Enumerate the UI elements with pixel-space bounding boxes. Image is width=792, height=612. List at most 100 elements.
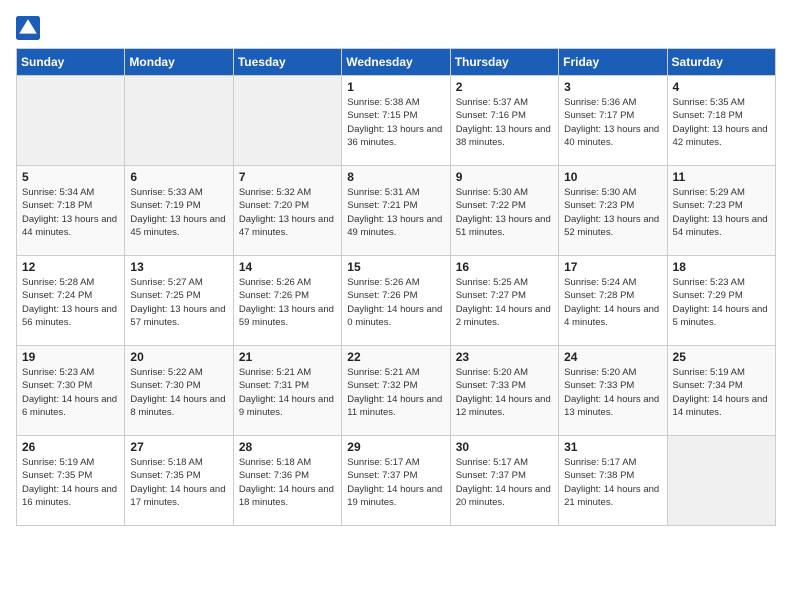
calendar-cell: 26 Sunrise: 5:19 AM Sunset: 7:35 PM Dayli… xyxy=(17,436,125,526)
calendar-cell: 11 Sunrise: 5:29 AM Sunset: 7:23 PM Dayli… xyxy=(667,166,775,256)
day-info: Sunrise: 5:24 AM Sunset: 7:28 PM Dayligh… xyxy=(564,276,661,329)
header-sunday: Sunday xyxy=(17,49,125,76)
calendar-cell: 29 Sunrise: 5:17 AM Sunset: 7:37 PM Dayli… xyxy=(342,436,450,526)
day-info: Sunrise: 5:27 AM Sunset: 7:25 PM Dayligh… xyxy=(130,276,227,329)
calendar-cell: 18 Sunrise: 5:23 AM Sunset: 7:29 PM Dayli… xyxy=(667,256,775,346)
day-number: 17 xyxy=(564,260,661,274)
day-info: Sunrise: 5:38 AM Sunset: 7:15 PM Dayligh… xyxy=(347,96,444,149)
calendar-cell: 19 Sunrise: 5:23 AM Sunset: 7:30 PM Dayli… xyxy=(17,346,125,436)
day-number: 20 xyxy=(130,350,227,364)
calendar-cell: 12 Sunrise: 5:28 AM Sunset: 7:24 PM Dayli… xyxy=(17,256,125,346)
day-info: Sunrise: 5:25 AM Sunset: 7:27 PM Dayligh… xyxy=(456,276,553,329)
day-number: 8 xyxy=(347,170,444,184)
day-number: 4 xyxy=(673,80,770,94)
calendar-header xyxy=(16,16,776,40)
day-info: Sunrise: 5:17 AM Sunset: 7:37 PM Dayligh… xyxy=(347,456,444,509)
day-number: 29 xyxy=(347,440,444,454)
day-info: Sunrise: 5:17 AM Sunset: 7:37 PM Dayligh… xyxy=(456,456,553,509)
calendar-cell: 20 Sunrise: 5:22 AM Sunset: 7:30 PM Dayli… xyxy=(125,346,233,436)
day-info: Sunrise: 5:28 AM Sunset: 7:24 PM Dayligh… xyxy=(22,276,119,329)
calendar-cell: 4Sunrise: 5:35 AM Sunset: 7:18 PM Daylig… xyxy=(667,76,775,166)
calendar-cell: 21Sunrise: 5:21 AM Sunset: 7:31 PM Dayli… xyxy=(233,346,341,436)
day-info: Sunrise: 5:20 AM Sunset: 7:33 PM Dayligh… xyxy=(564,366,661,419)
day-info: Sunrise: 5:32 AM Sunset: 7:20 PM Dayligh… xyxy=(239,186,336,239)
calendar-week-row: 12 Sunrise: 5:28 AM Sunset: 7:24 PM Dayli… xyxy=(17,256,776,346)
calendar-cell: 30 Sunrise: 5:17 AM Sunset: 7:37 PM Dayli… xyxy=(450,436,558,526)
calendar-cell: 1 Sunrise: 5:38 AM Sunset: 7:15 PM Daylig… xyxy=(342,76,450,166)
calendar-cell: 15 Sunrise: 5:26 AM Sunset: 7:26 PM Dayli… xyxy=(342,256,450,346)
day-info: Sunrise: 5:23 AM Sunset: 7:29 PM Dayligh… xyxy=(673,276,770,329)
calendar-cell: 16 Sunrise: 5:25 AM Sunset: 7:27 PM Dayli… xyxy=(450,256,558,346)
calendar-cell xyxy=(125,76,233,166)
day-info: Sunrise: 5:30 AM Sunset: 7:23 PM Dayligh… xyxy=(564,186,661,239)
day-number: 12 xyxy=(22,260,119,274)
header-wednesday: Wednesday xyxy=(342,49,450,76)
calendar-cell: 2Sunrise: 5:37 AM Sunset: 7:16 PM Daylig… xyxy=(450,76,558,166)
day-number: 26 xyxy=(22,440,119,454)
day-info: Sunrise: 5:19 AM Sunset: 7:34 PM Dayligh… xyxy=(673,366,770,419)
calendar-cell xyxy=(17,76,125,166)
day-info: Sunrise: 5:34 AM Sunset: 7:18 PM Dayligh… xyxy=(22,186,119,239)
day-number: 3 xyxy=(564,80,661,94)
calendar-cell: 22 Sunrise: 5:21 AM Sunset: 7:32 PM Dayli… xyxy=(342,346,450,436)
header-saturday: Saturday xyxy=(667,49,775,76)
days-header-row: Sunday Monday Tuesday Wednesday Thursday… xyxy=(17,49,776,76)
day-number: 22 xyxy=(347,350,444,364)
calendar-cell: 13Sunrise: 5:27 AM Sunset: 7:25 PM Dayli… xyxy=(125,256,233,346)
calendar-week-row: 5 Sunrise: 5:34 AM Sunset: 7:18 PM Daylig… xyxy=(17,166,776,256)
day-number: 28 xyxy=(239,440,336,454)
calendar-cell: 23 Sunrise: 5:20 AM Sunset: 7:33 PM Dayli… xyxy=(450,346,558,436)
day-number: 2 xyxy=(456,80,553,94)
day-number: 23 xyxy=(456,350,553,364)
day-number: 10 xyxy=(564,170,661,184)
day-number: 5 xyxy=(22,170,119,184)
calendar-cell: 5 Sunrise: 5:34 AM Sunset: 7:18 PM Daylig… xyxy=(17,166,125,256)
day-number: 24 xyxy=(564,350,661,364)
day-info: Sunrise: 5:29 AM Sunset: 7:23 PM Dayligh… xyxy=(673,186,770,239)
calendar-cell: 24 Sunrise: 5:20 AM Sunset: 7:33 PM Dayli… xyxy=(559,346,667,436)
day-info: Sunrise: 5:36 AM Sunset: 7:17 PM Dayligh… xyxy=(564,96,661,149)
day-number: 7 xyxy=(239,170,336,184)
day-number: 15 xyxy=(347,260,444,274)
day-info: Sunrise: 5:31 AM Sunset: 7:21 PM Dayligh… xyxy=(347,186,444,239)
day-info: Sunrise: 5:26 AM Sunset: 7:26 PM Dayligh… xyxy=(347,276,444,329)
day-number: 25 xyxy=(673,350,770,364)
day-number: 9 xyxy=(456,170,553,184)
day-info: Sunrise: 5:18 AM Sunset: 7:36 PM Dayligh… xyxy=(239,456,336,509)
calendar-cell: 31 Sunrise: 5:17 AM Sunset: 7:38 PM Dayli… xyxy=(559,436,667,526)
calendar-cell xyxy=(233,76,341,166)
calendar-week-row: 26 Sunrise: 5:19 AM Sunset: 7:35 PM Dayli… xyxy=(17,436,776,526)
day-number: 11 xyxy=(673,170,770,184)
day-number: 19 xyxy=(22,350,119,364)
day-info: Sunrise: 5:21 AM Sunset: 7:32 PM Dayligh… xyxy=(347,366,444,419)
calendar-cell xyxy=(667,436,775,526)
calendar-cell: 25 Sunrise: 5:19 AM Sunset: 7:34 PM Dayli… xyxy=(667,346,775,436)
day-info: Sunrise: 5:17 AM Sunset: 7:38 PM Dayligh… xyxy=(564,456,661,509)
header-thursday: Thursday xyxy=(450,49,558,76)
day-number: 1 xyxy=(347,80,444,94)
day-info: Sunrise: 5:30 AM Sunset: 7:22 PM Dayligh… xyxy=(456,186,553,239)
day-info: Sunrise: 5:19 AM Sunset: 7:35 PM Dayligh… xyxy=(22,456,119,509)
calendar-cell: 27Sunrise: 5:18 AM Sunset: 7:35 PM Dayli… xyxy=(125,436,233,526)
day-info: Sunrise: 5:21 AM Sunset: 7:31 PM Dayligh… xyxy=(239,366,336,419)
calendar-cell: 28 Sunrise: 5:18 AM Sunset: 7:36 PM Dayli… xyxy=(233,436,341,526)
calendar-week-row: 19 Sunrise: 5:23 AM Sunset: 7:30 PM Dayli… xyxy=(17,346,776,436)
day-info: Sunrise: 5:23 AM Sunset: 7:30 PM Dayligh… xyxy=(22,366,119,419)
header-friday: Friday xyxy=(559,49,667,76)
calendar-cell: 10 Sunrise: 5:30 AM Sunset: 7:23 PM Dayli… xyxy=(559,166,667,256)
day-info: Sunrise: 5:22 AM Sunset: 7:30 PM Dayligh… xyxy=(130,366,227,419)
header-tuesday: Tuesday xyxy=(233,49,341,76)
day-number: 27 xyxy=(130,440,227,454)
calendar-cell: 8 Sunrise: 5:31 AM Sunset: 7:21 PM Daylig… xyxy=(342,166,450,256)
calendar-cell: 17 Sunrise: 5:24 AM Sunset: 7:28 PM Dayli… xyxy=(559,256,667,346)
day-number: 18 xyxy=(673,260,770,274)
logo xyxy=(16,16,44,40)
calendar-cell: 7 Sunrise: 5:32 AM Sunset: 7:20 PM Daylig… xyxy=(233,166,341,256)
calendar-cell: 6Sunrise: 5:33 AM Sunset: 7:19 PM Daylig… xyxy=(125,166,233,256)
day-info: Sunrise: 5:20 AM Sunset: 7:33 PM Dayligh… xyxy=(456,366,553,419)
day-number: 16 xyxy=(456,260,553,274)
calendar-cell: 14Sunrise: 5:26 AM Sunset: 7:26 PM Dayli… xyxy=(233,256,341,346)
day-number: 30 xyxy=(456,440,553,454)
header-monday: Monday xyxy=(125,49,233,76)
day-number: 31 xyxy=(564,440,661,454)
